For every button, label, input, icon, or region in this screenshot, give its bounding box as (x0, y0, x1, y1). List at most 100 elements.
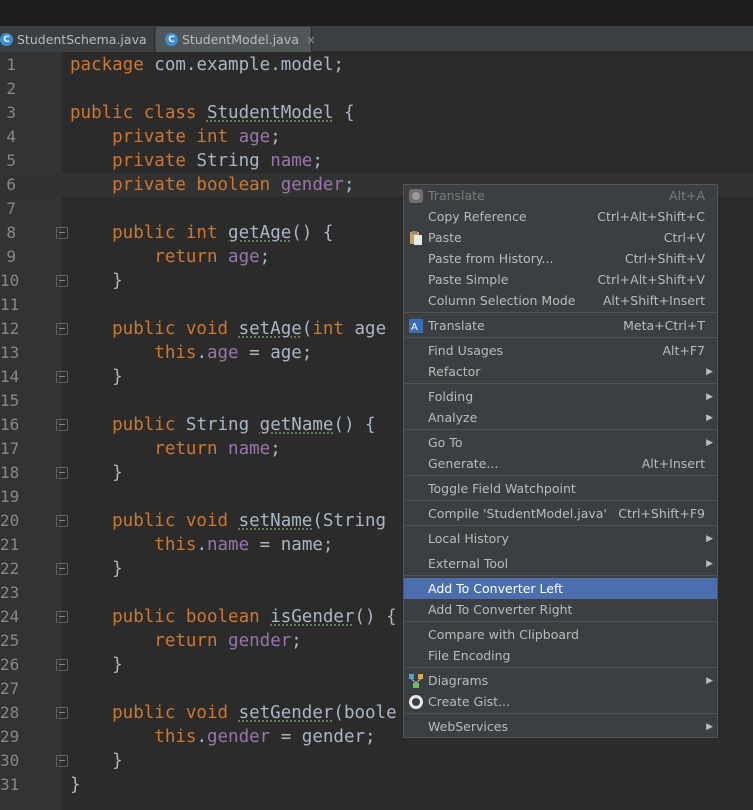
code-token: } (70, 271, 123, 291)
menu-item-shortcut: Ctrl+Alt+Shift+V (597, 272, 705, 287)
code-line[interactable]: 31} (0, 773, 753, 797)
close-icon[interactable]: × (306, 33, 316, 47)
line-number: 6 (6, 175, 16, 194)
menu-item-webservices[interactable]: WebServices ▶ (404, 716, 717, 737)
code-text: } (70, 749, 123, 773)
fold-marker-icon[interactable] (56, 467, 68, 479)
tab-studentschema[interactable]: C StudentSchema.java × (0, 27, 164, 52)
menu-item-shortcut: Ctrl+Alt+Shift+C (597, 209, 705, 224)
code-token: ; (259, 247, 271, 267)
code-line[interactable]: 2 (0, 77, 753, 101)
fold-marker-icon[interactable] (56, 323, 68, 335)
code-token: this (70, 535, 197, 555)
menu-item-paste[interactable]: Paste Ctrl+V (404, 227, 717, 248)
code-line[interactable]: 3 public class StudentModel { (0, 101, 753, 125)
code-token: gender (206, 727, 271, 747)
code-text: public void setName(String (70, 509, 386, 533)
menu-item-paste-simple[interactable]: Paste Simple Ctrl+Alt+Shift+V (404, 269, 717, 290)
menu-item-go-to[interactable]: Go To ▶ (404, 432, 717, 453)
menu-item-diagrams[interactable]: Diagrams ▶ (404, 670, 717, 691)
menu-item-label: Analyze (428, 410, 478, 425)
fold-marker-icon[interactable] (56, 659, 68, 671)
menu-item-add-to-converter-left[interactable]: Add To Converter Left (404, 578, 717, 599)
code-text: public int getAge() { (70, 221, 333, 245)
menu-item-label: Compare with Clipboard (428, 627, 579, 642)
code-token: public boolean (70, 607, 271, 627)
code-token: name (228, 439, 271, 459)
menu-item-add-to-converter-right[interactable]: Add To Converter Right (404, 599, 717, 620)
code-token: private boolean (70, 175, 281, 195)
line-number: 10 (0, 271, 20, 290)
translate-icon: A (408, 318, 424, 334)
code-line[interactable]: 1 package com.example.model; (0, 53, 753, 77)
code-line[interactable]: 30 } (0, 749, 753, 773)
line-number: 12 (0, 319, 20, 338)
menu-item-shortcut: Alt+Shift+Insert (602, 293, 705, 308)
menu-item-paste-from-history[interactable]: Paste from History... Ctrl+Shift+V (404, 248, 717, 269)
menu-item-toggle-field-watchpoint[interactable]: Toggle Field Watchpoint (404, 478, 717, 499)
menu-item-label: Column Selection Mode (428, 293, 576, 308)
tab-studentmodel[interactable]: C StudentModel.java × (156, 27, 316, 52)
context-menu: Translate Alt+A Copy Reference Ctrl+Alt+Shi… (403, 184, 718, 738)
code-token: ; (291, 631, 302, 651)
code-text: private int age; (70, 125, 281, 149)
code-token: . (196, 535, 207, 555)
menu-item-generate[interactable]: Generate... Alt+Insert (404, 453, 717, 474)
code-text: } (70, 461, 123, 485)
menu-item-label: Translate (428, 318, 485, 333)
menu-item-compile-studentmodel-java[interactable]: Compile 'StudentModel.java' Ctrl+Shift+F9 (404, 503, 717, 524)
window-top-bar (0, 0, 753, 26)
menu-item-compare-with-clipboard[interactable]: Compare with Clipboard (404, 624, 717, 645)
menu-item-folding[interactable]: Folding ▶ (404, 386, 717, 407)
tab-label: StudentSchema.java (17, 32, 147, 47)
code-token: age (238, 127, 271, 147)
fold-marker-icon[interactable] (56, 227, 68, 239)
menu-item-create-gist[interactable]: Create Gist... (404, 691, 717, 712)
fold-marker-icon[interactable] (56, 419, 68, 431)
menu-separator (404, 575, 717, 576)
fold-marker-icon[interactable] (56, 755, 68, 767)
menu-item-local-history[interactable]: Local History ▶ (404, 528, 717, 549)
fold-marker-icon[interactable] (56, 563, 68, 575)
code-token: public (70, 415, 186, 435)
github-icon (408, 694, 424, 710)
menu-separator (404, 667, 717, 668)
code-text: } (70, 557, 123, 581)
fold-marker-icon[interactable] (56, 707, 68, 719)
menu-item-translate[interactable]: A Translate Meta+Ctrl+T (404, 315, 717, 336)
line-number: 14 (0, 367, 20, 386)
menu-item-column-selection-mode[interactable]: Column Selection Mode Alt+Shift+Insert (404, 290, 717, 311)
code-token: (boole (333, 703, 397, 723)
menu-item-analyze[interactable]: Analyze ▶ (404, 407, 717, 428)
fold-marker-icon[interactable] (56, 611, 68, 623)
menu-item-file-encoding[interactable]: File Encoding (404, 645, 717, 666)
menu-item-refactor[interactable]: Refactor ▶ (404, 361, 717, 382)
menu-item-copy-reference[interactable]: Copy Reference Ctrl+Alt+Shift+C (404, 206, 717, 227)
code-token: gender (280, 175, 344, 195)
code-token: name (270, 151, 313, 171)
code-token: (String (312, 511, 387, 531)
java-class-icon: C (165, 33, 178, 46)
line-number: 16 (0, 415, 20, 434)
menu-item-label: Paste (428, 230, 462, 245)
code-token: . (196, 343, 207, 363)
fold-marker-icon[interactable] (56, 275, 68, 287)
submenu-arrow-icon: ▶ (706, 366, 713, 377)
menu-item-shortcut: Ctrl+V (663, 230, 705, 245)
code-line[interactable]: 5 private String name; (0, 149, 753, 173)
code-line[interactable]: 4 private int age; (0, 125, 753, 149)
menu-item-label: Generate... (428, 456, 499, 471)
code-token: = name; (249, 535, 334, 555)
menu-item-translate[interactable]: Translate Alt+A (404, 185, 717, 206)
fold-marker-icon[interactable] (56, 515, 68, 527)
menu-separator (404, 475, 717, 476)
menu-item-external-tool[interactable]: External Tool ▶ (404, 553, 717, 574)
line-number: 5 (6, 151, 16, 170)
fold-marker-icon[interactable] (56, 371, 68, 383)
menu-item-label: Add To Converter Left (428, 581, 564, 596)
submenu-arrow-icon: ▶ (706, 533, 713, 544)
code-token: { (333, 103, 355, 123)
menu-item-find-usages[interactable]: Find Usages Alt+F7 (404, 340, 717, 361)
code-token: ; (343, 175, 355, 195)
code-token: () { (333, 415, 376, 435)
